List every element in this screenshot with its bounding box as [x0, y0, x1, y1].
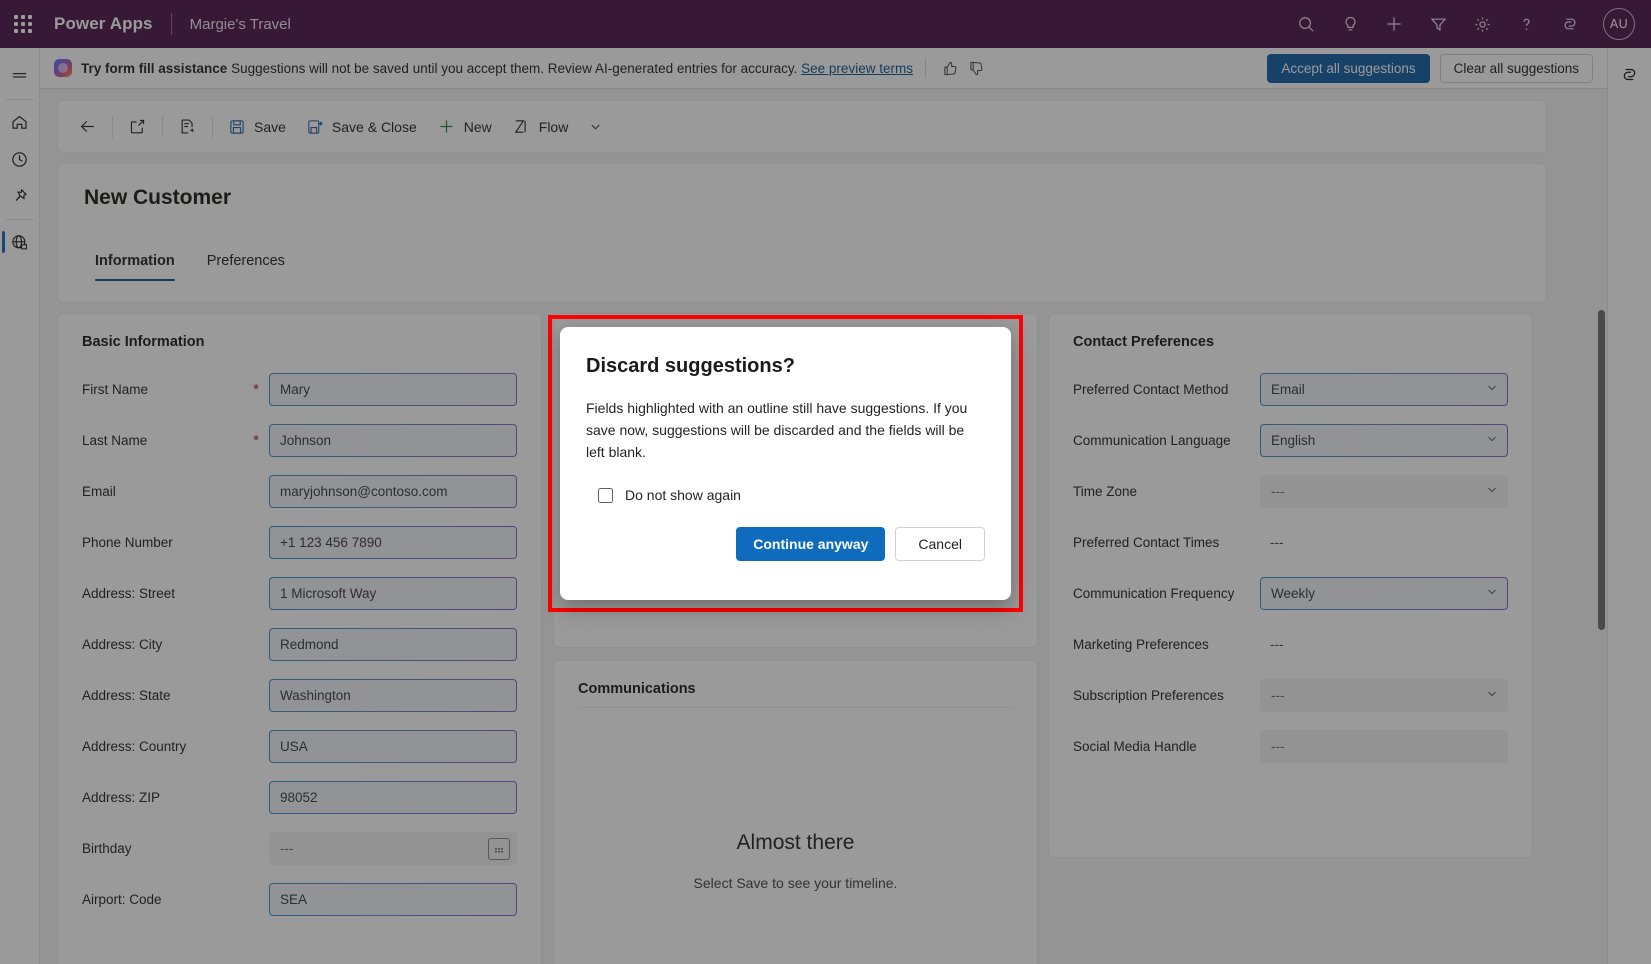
discard-suggestions-dialog: Discard suggestions? Fields highlighted …: [560, 327, 1011, 600]
dialog-title: Discard suggestions?: [586, 355, 985, 378]
dialog-body-text: Fields highlighted with an outline still…: [586, 397, 970, 463]
do-not-show-again-checkbox[interactable]: Do not show again: [586, 487, 985, 503]
checkbox-label: Do not show again: [625, 487, 741, 503]
power-apps-window: Power Apps Margie's Travel: [0, 0, 1651, 964]
checkbox-box-icon: [598, 488, 613, 503]
cancel-button[interactable]: Cancel: [895, 527, 985, 561]
dialog-actions: Continue anyway Cancel: [586, 527, 985, 561]
continue-anyway-button[interactable]: Continue anyway: [736, 527, 885, 561]
